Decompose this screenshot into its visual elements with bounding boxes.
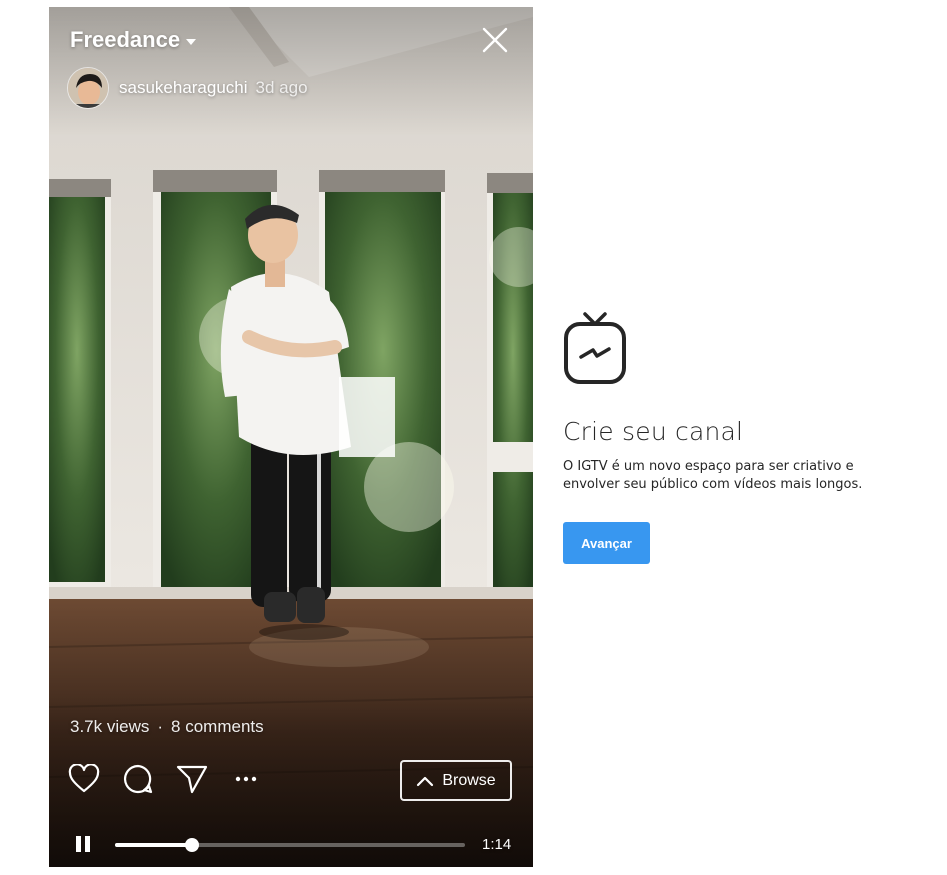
channel-title-label: Freedance [70,27,181,52]
post-timestamp: 3d ago [255,78,308,97]
comment-icon [123,764,153,794]
more-button[interactable] [229,762,263,796]
action-bar [67,762,263,796]
avatar[interactable] [67,67,109,109]
progress-fill [115,843,192,847]
stats-separator: · [157,717,164,736]
like-button[interactable] [67,762,101,796]
heart-icon [68,764,100,793]
promo-description: O IGTV é um novo espaço para ser criativ… [563,459,863,492]
pause-icon[interactable] [73,834,93,854]
video-frame [49,7,533,867]
browse-label: Browse [442,771,496,789]
next-button[interactable]: Avançar [563,522,650,564]
paper-plane-icon [176,765,208,794]
playback-bar: 1:14 [49,827,533,861]
author-line: sasukeharaguchi 3d ago [119,78,308,98]
close-icon[interactable] [481,26,509,54]
progress-knob[interactable] [185,838,199,852]
author-username[interactable]: sasukeharaguchi [119,78,248,98]
igtv-logo-icon [564,312,626,384]
avatar-photo [68,68,108,108]
igtv-promo: Crie seu canal O IGTV é um novo espaço p… [563,312,923,564]
more-icon [235,776,257,782]
views-count: 3.7k views [70,717,150,736]
channel-title[interactable]: Freedance [70,27,197,53]
video-duration: 1:14 [482,836,512,853]
share-button[interactable] [175,762,209,796]
progress-track[interactable] [115,838,465,852]
comments-count[interactable]: 8 comments [171,717,264,737]
comment-button[interactable] [121,762,155,796]
video-stats: 3.7k views · 8 comments [70,717,264,737]
chevron-up-icon [417,776,434,786]
caret-down-icon [186,38,197,45]
video-player[interactable]: Freedance sasukeharaguchi 3d ago 3.7k vi… [49,7,533,867]
browse-button[interactable]: Browse [400,760,512,801]
promo-title: Crie seu canal [563,417,744,446]
